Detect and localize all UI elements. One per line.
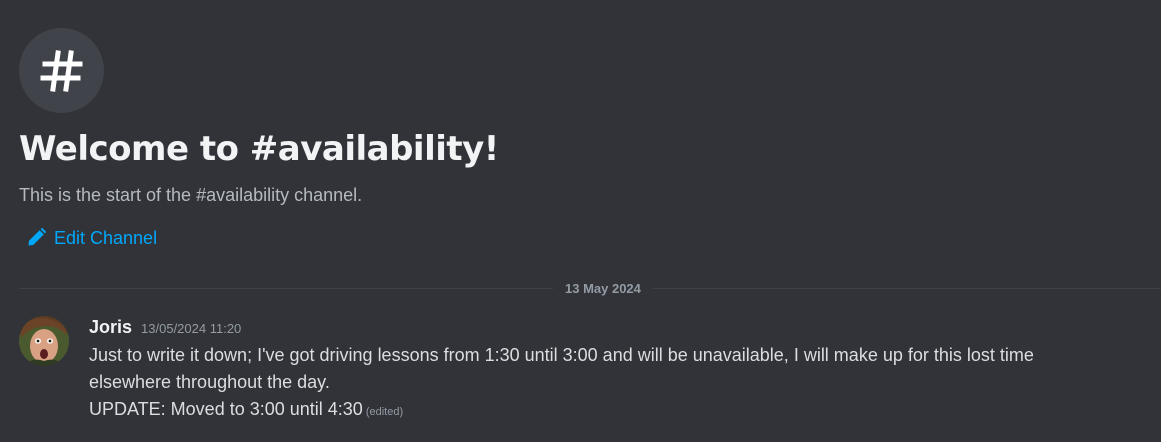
author-name[interactable]: Joris xyxy=(89,315,132,339)
welcome-subtitle: This is the start of the #availability c… xyxy=(19,185,363,205)
edited-label: (edited) xyxy=(365,406,404,418)
edit-channel-button[interactable]: Edit Channel xyxy=(26,226,157,250)
avatar[interactable] xyxy=(19,316,69,366)
message-content: Just to write it down; I've got driving … xyxy=(89,342,1129,426)
user-avatar-image xyxy=(19,316,69,366)
message-line: Just to write it down; I've got driving … xyxy=(89,345,1034,365)
message-line-update: UPDATE: Moved to 3:00 until 4:30 (edited) xyxy=(89,396,1129,426)
edit-channel-label: Edit Channel xyxy=(54,228,158,248)
message-header: Joris 13/05/2024 11:20 xyxy=(89,315,241,339)
date-divider-label: 13 May 2024 xyxy=(553,281,653,297)
pencil-icon xyxy=(28,228,46,246)
message-timestamp[interactable]: 13/05/2024 11:20 xyxy=(141,321,241,337)
welcome-title: Welcome to #availability! xyxy=(19,129,499,169)
channel-view: Welcome to #availability! This is the st… xyxy=(0,0,1161,442)
hashtag-icon xyxy=(40,49,82,92)
channel-hashtag-badge xyxy=(19,28,104,113)
message-line: elsewhere throughout the day. xyxy=(89,372,330,392)
message-update-text: UPDATE: Moved to 3:00 until 4:30 xyxy=(89,399,363,419)
